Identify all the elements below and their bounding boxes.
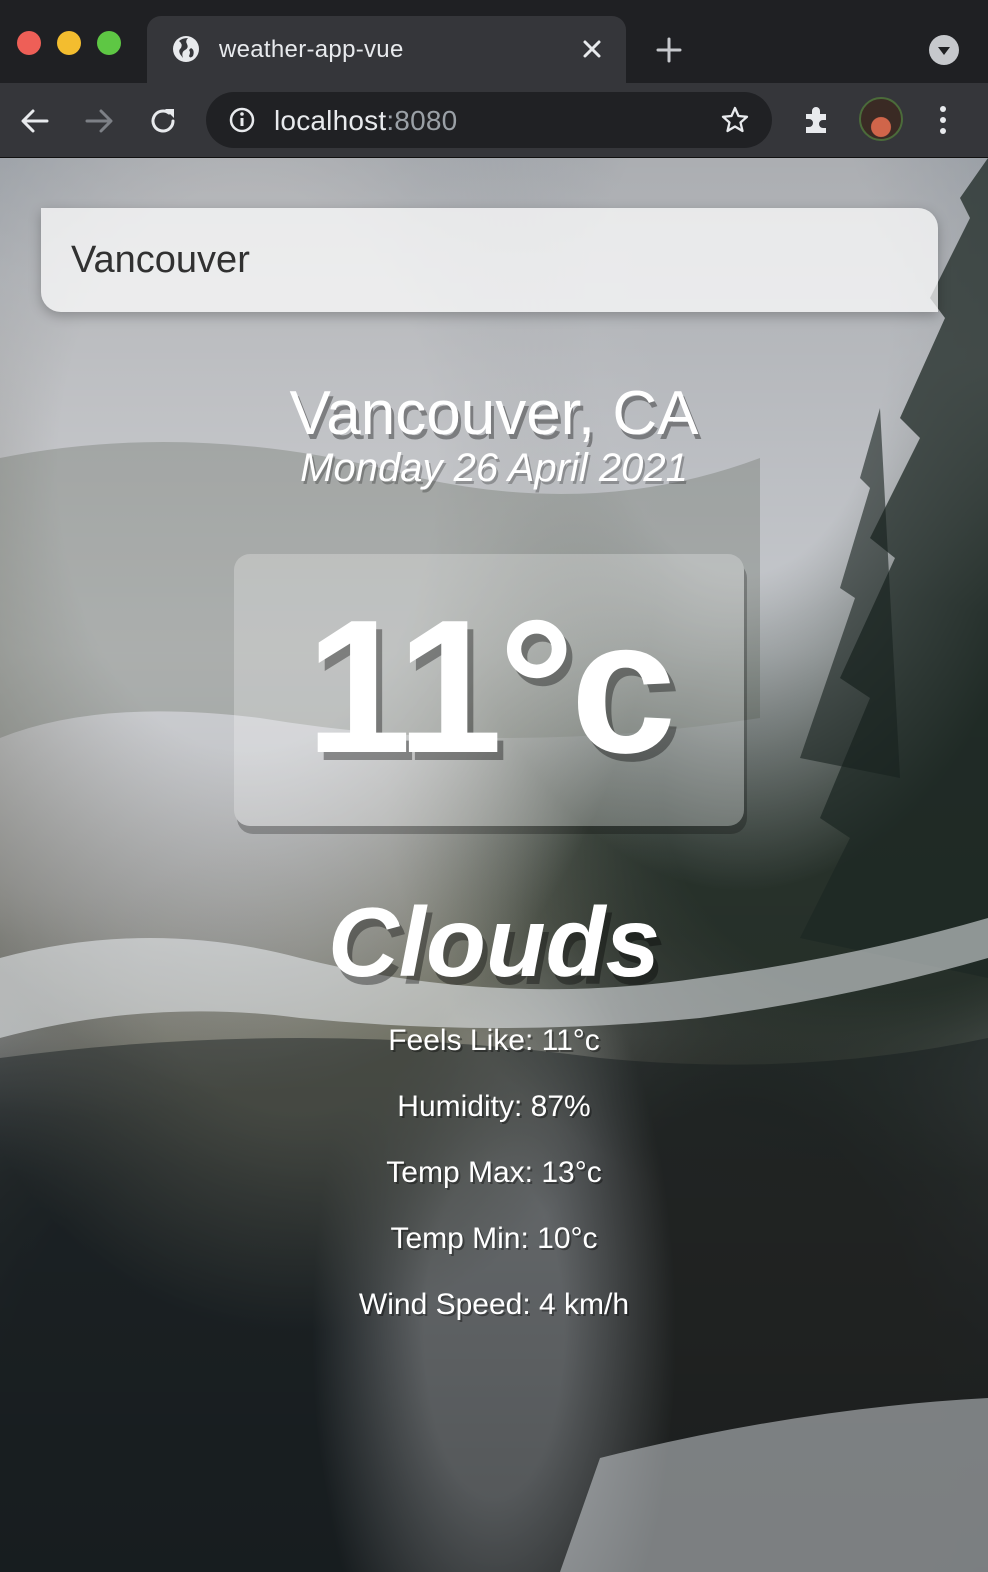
tab-bar: weather-app-vue <box>0 0 988 83</box>
background-image <box>0 158 988 1572</box>
temperature-value: 11°c <box>305 581 677 793</box>
extensions-icon[interactable] <box>800 102 834 136</box>
temperature-box: 11°c <box>234 554 744 826</box>
feels-like-detail: Feels Like: 11°c <box>388 1024 600 1057</box>
minimize-window-button[interactable] <box>57 31 81 55</box>
weather-page: Vancouver, CA Monday 26 April 2021 11°c … <box>0 158 988 1572</box>
temp-max-detail: Temp Max: 13°c <box>386 1156 602 1189</box>
close-icon[interactable] <box>579 36 605 62</box>
more-menu-icon[interactable] <box>930 103 956 137</box>
forward-arrow-icon[interactable] <box>83 105 115 137</box>
weather-condition: Clouds <box>327 887 661 997</box>
url-host: localhost <box>274 105 387 136</box>
info-icon[interactable] <box>228 106 256 134</box>
star-icon[interactable] <box>720 105 750 135</box>
tab-title: weather-app-vue <box>219 36 404 63</box>
avatar[interactable] <box>859 97 903 141</box>
url-port: :8080 <box>386 105 458 136</box>
plus-icon[interactable] <box>654 35 684 65</box>
url-text: localhost:8080 <box>274 105 457 137</box>
browser-window: weather-app-vue localhost:8080 Vancouver… <box>0 0 988 1572</box>
back-arrow-icon[interactable] <box>19 105 51 137</box>
close-window-button[interactable] <box>17 31 41 55</box>
humidity-detail: Humidity: 87% <box>397 1090 591 1123</box>
date-label: Monday 26 April 2021 <box>300 446 688 490</box>
location-label: Vancouver, CA <box>289 379 699 448</box>
browser-toolbar: localhost:8080 <box>0 83 988 158</box>
search-input[interactable] <box>41 208 938 312</box>
wind-speed-detail: Wind Speed: 4 km/h <box>358 1288 630 1321</box>
reload-icon[interactable] <box>147 105 179 137</box>
temp-min-detail: Temp Min: 10°c <box>390 1222 598 1255</box>
globe-icon <box>173 36 199 62</box>
browser-tab[interactable]: weather-app-vue <box>147 16 626 83</box>
tab-search-icon[interactable] <box>929 35 959 65</box>
address-bar[interactable]: localhost:8080 <box>206 92 772 148</box>
maximize-window-button[interactable] <box>97 31 121 55</box>
